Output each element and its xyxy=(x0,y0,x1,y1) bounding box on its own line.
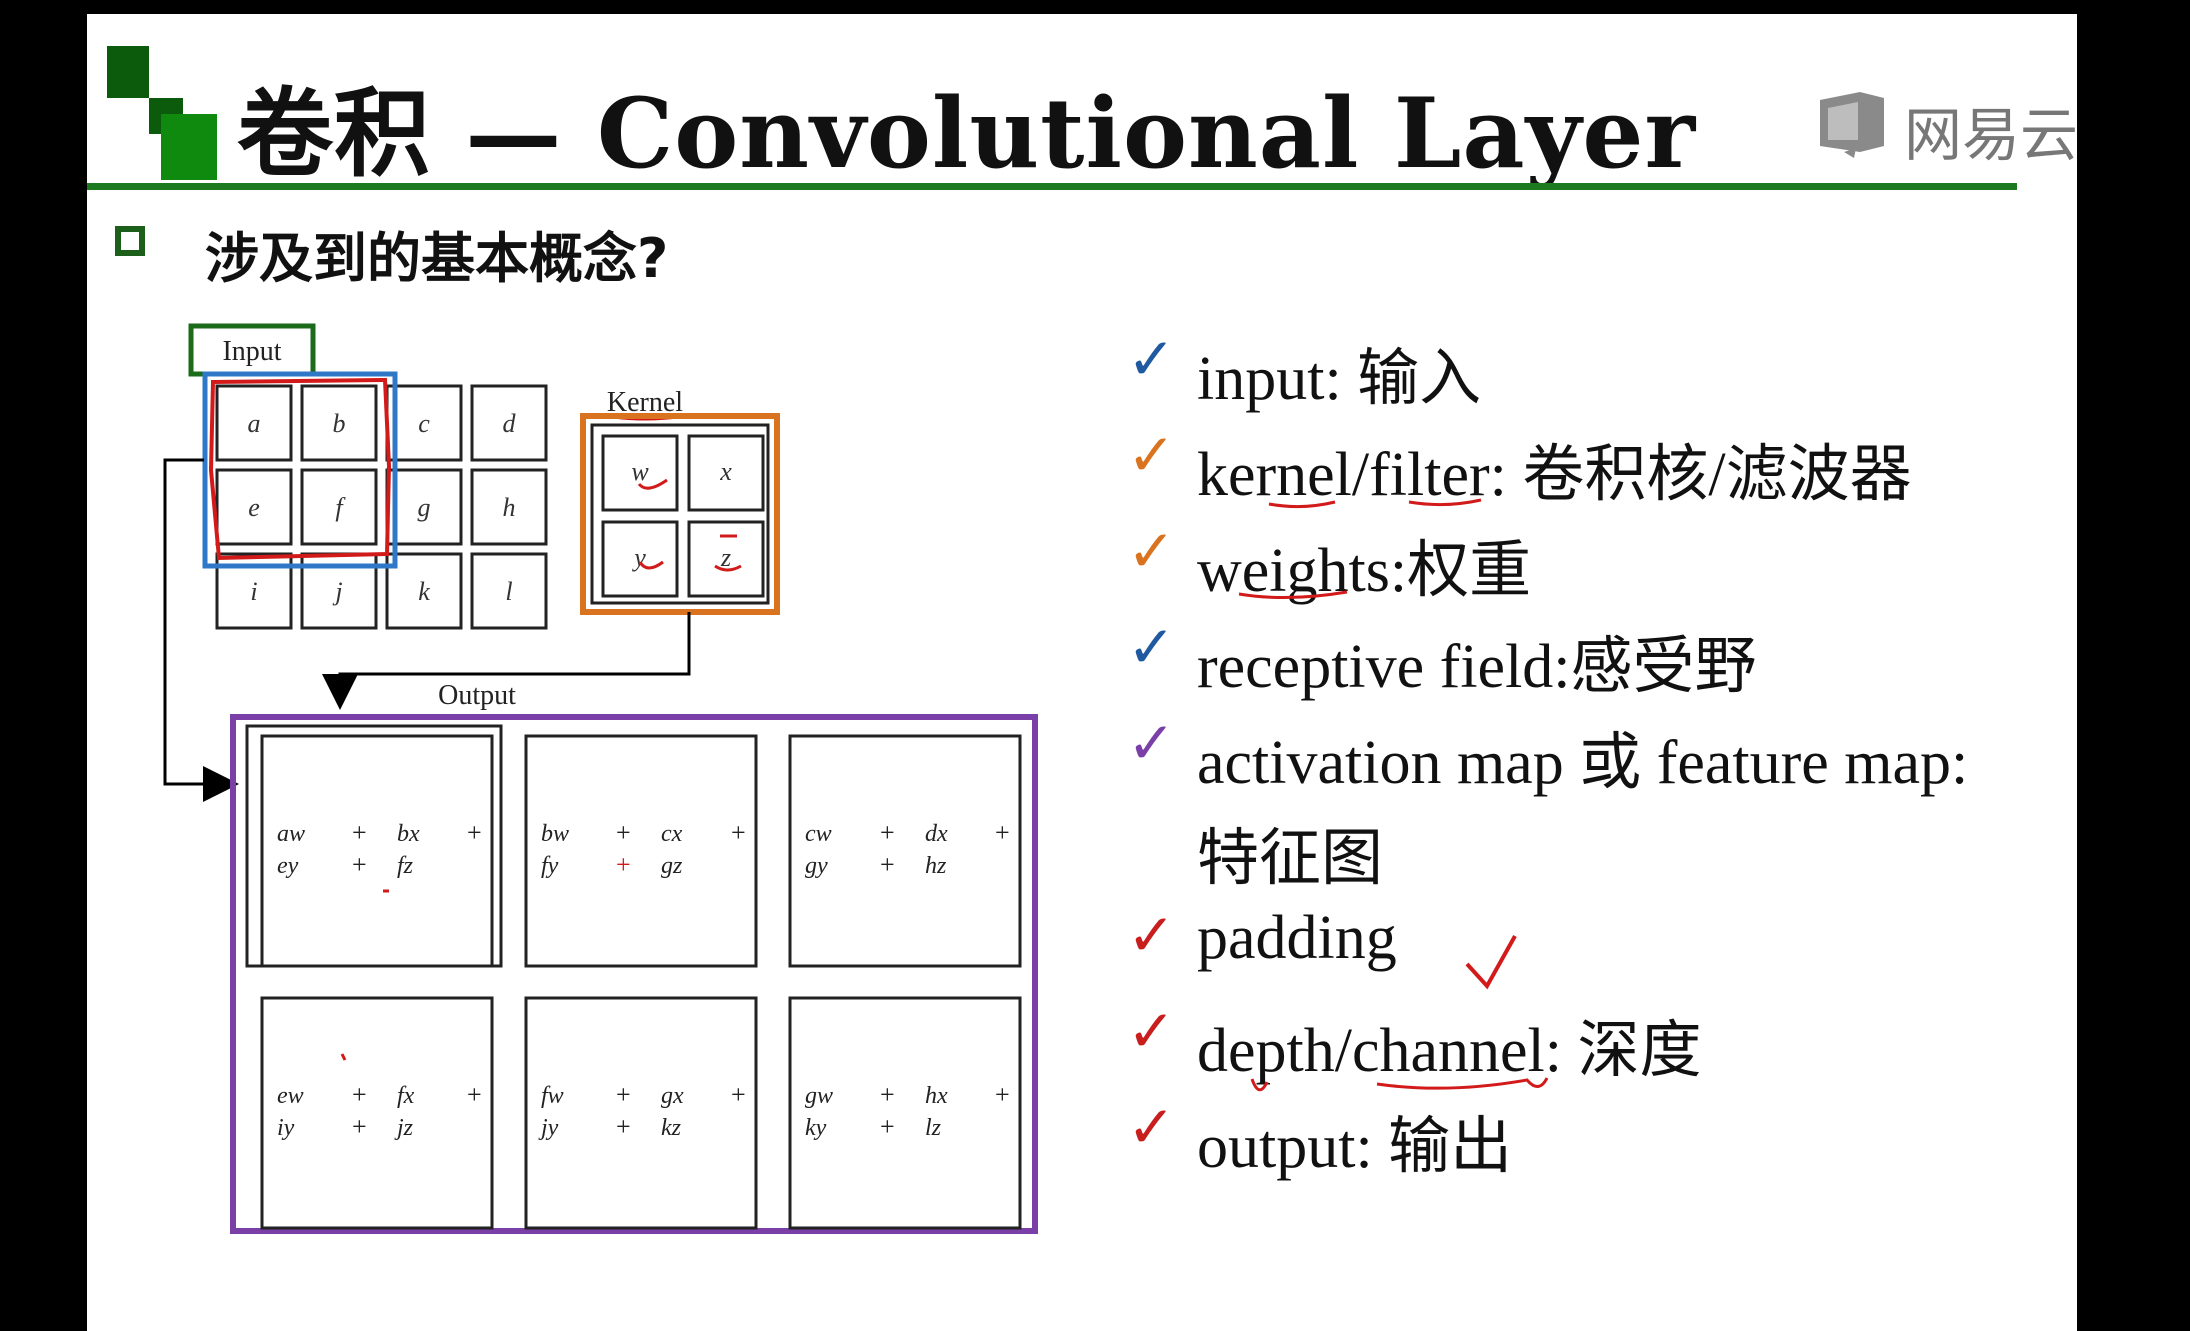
handwritten-annotations xyxy=(1238,498,1549,1092)
slide: 卷积 — Convolutional Layer 网易云 涉及到的基本概念? I… xyxy=(87,14,2077,1331)
